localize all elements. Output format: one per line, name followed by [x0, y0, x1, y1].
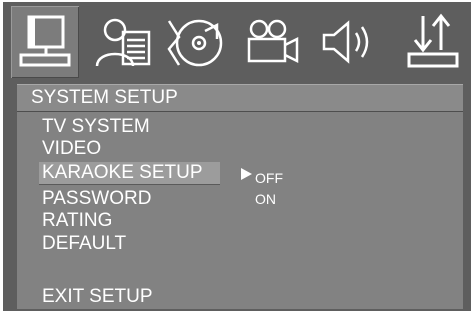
menu-item-default[interactable]: DEFAULT	[42, 233, 126, 255]
tab-system-setup[interactable]	[11, 6, 79, 78]
tab-audio-setup[interactable]	[163, 6, 231, 78]
tab-preference-setup[interactable]	[399, 6, 467, 78]
setup-tab-bar	[3, 2, 471, 82]
tab-video-setup[interactable]	[239, 6, 307, 78]
video-camera-icon	[247, 19, 299, 64]
menu-item-password[interactable]: PASSWORD	[42, 188, 151, 210]
sort-arrows-icon	[407, 13, 459, 68]
submenu-arrow-icon	[241, 168, 252, 180]
tab-speaker-setup[interactable]	[315, 6, 383, 78]
menu-item-video[interactable]: VIDEO	[42, 138, 101, 160]
menu-item-karaoke-setup[interactable]: KARAOKE SETUP	[39, 162, 220, 185]
system-setup-icon	[19, 15, 71, 67]
page-title: SYSTEM SETUP	[31, 87, 178, 108]
audio-disc-icon	[167, 19, 223, 67]
tab-language-setup[interactable]	[89, 6, 157, 78]
section-title-bar: SYSTEM SETUP	[17, 84, 463, 112]
menu-item-tv-system[interactable]: TV SYSTEM	[42, 116, 150, 138]
setup-screen: SYSTEM SETUP TV SYSTEM VIDEO KARAOKE SET…	[3, 2, 471, 311]
language-setup-icon	[95, 18, 151, 67]
option-off[interactable]: OFF	[255, 170, 283, 186]
menu-item-exit-setup[interactable]: EXIT SETUP	[42, 286, 153, 308]
option-on[interactable]: ON	[255, 191, 276, 207]
speaker-icon	[322, 20, 369, 64]
menu-item-rating[interactable]: RATING	[42, 210, 112, 232]
setup-menu: TV SYSTEM VIDEO KARAOKE SETUP PASSWORD R…	[17, 112, 463, 309]
